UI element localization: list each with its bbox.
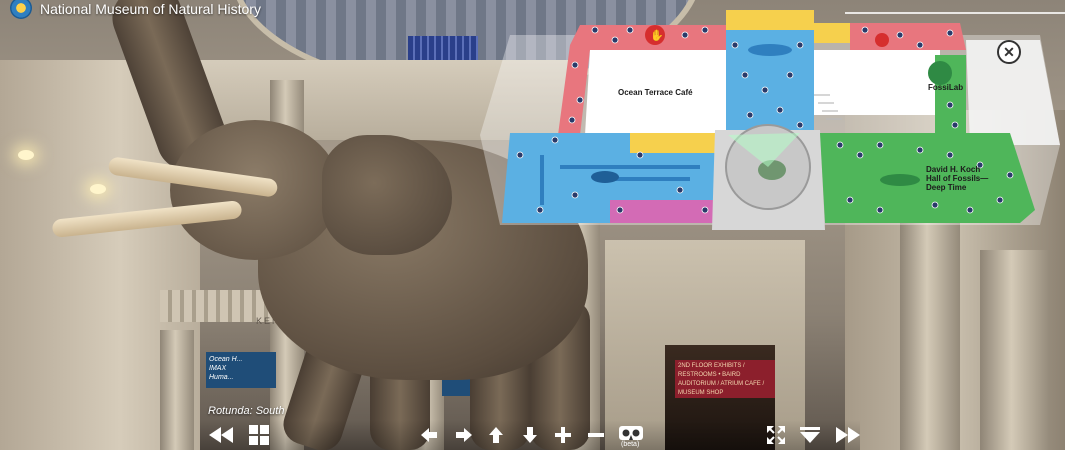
column (980, 250, 1050, 450)
fossilab-label: FossiLab (928, 83, 964, 92)
museum-title[interactable]: National Museum of Natural History (40, 1, 261, 17)
map-room-white-east (814, 50, 940, 115)
fullscreen-button[interactable] (766, 424, 786, 446)
directional-sign: 2ND FLOOR EXHIBITS / RESTROOMS • BAIRD A… (675, 360, 775, 398)
elephant-ear (322, 135, 452, 255)
arrow-up-icon (489, 427, 503, 443)
next-scene-button[interactable] (835, 424, 861, 446)
mammoth-icon (758, 160, 786, 180)
ocean-hall-banner: Ocean H... IMAX Huma... (206, 352, 276, 388)
svg-text:✋: ✋ (650, 29, 664, 42)
map-room-yellow (726, 10, 814, 30)
wall-lamp (90, 184, 106, 194)
location-label: Rotunda: South (208, 405, 285, 417)
vr-mode-button[interactable] (618, 424, 644, 442)
pan-right-button[interactable] (455, 424, 473, 446)
ocean-terrace-cafe-label: Ocean Terrace Café (618, 88, 693, 97)
lion-icon (591, 171, 619, 183)
arrow-left-icon (421, 428, 437, 442)
double-left-arrow-icon (209, 427, 233, 443)
close-icon: ✕ (1003, 43, 1015, 60)
grid-icon (249, 425, 269, 445)
floor-map-svg: ✋ (480, 10, 1060, 230)
whale-icon (748, 44, 792, 56)
minus-icon (588, 433, 604, 437)
floor-map[interactable]: ✋ Ocean Terrace Café FossiLab David H. K… (480, 5, 1060, 245)
arrow-down-icon (523, 427, 537, 443)
plus-icon (555, 427, 571, 443)
smithsonian-sun-logo-icon[interactable] (10, 0, 32, 19)
pin-icon (875, 33, 889, 47)
caret-down-bar-icon (800, 427, 820, 443)
pan-down-button[interactable] (522, 424, 538, 446)
thumbnails-button[interactable] (248, 424, 270, 446)
map-room-magenta (610, 200, 715, 223)
column (160, 330, 194, 450)
map-room-pink-ne (850, 23, 966, 50)
wall-lamp (18, 150, 34, 160)
pan-left-button[interactable] (420, 424, 438, 446)
double-right-arrow-icon (836, 427, 860, 443)
close-map-button[interactable]: ✕ (997, 40, 1021, 64)
title-bar: National Museum of Natural History (0, 0, 261, 24)
fullscreen-icon (767, 426, 785, 444)
previous-scene-button[interactable] (208, 424, 234, 446)
vr-beta-label: (beta) (621, 441, 640, 448)
dinosaur-icon (880, 174, 920, 186)
pan-up-button[interactable] (488, 424, 504, 446)
hall-of-fossils-label: David H. Koch Hall of Fossils— Deep Time (926, 165, 989, 192)
column (900, 220, 960, 450)
vr-headset-icon (619, 426, 643, 440)
arrow-right-icon (456, 428, 472, 442)
toggle-menu-button[interactable] (799, 424, 821, 446)
zoom-out-button[interactable] (588, 424, 604, 446)
zoom-in-button[interactable] (555, 424, 571, 446)
